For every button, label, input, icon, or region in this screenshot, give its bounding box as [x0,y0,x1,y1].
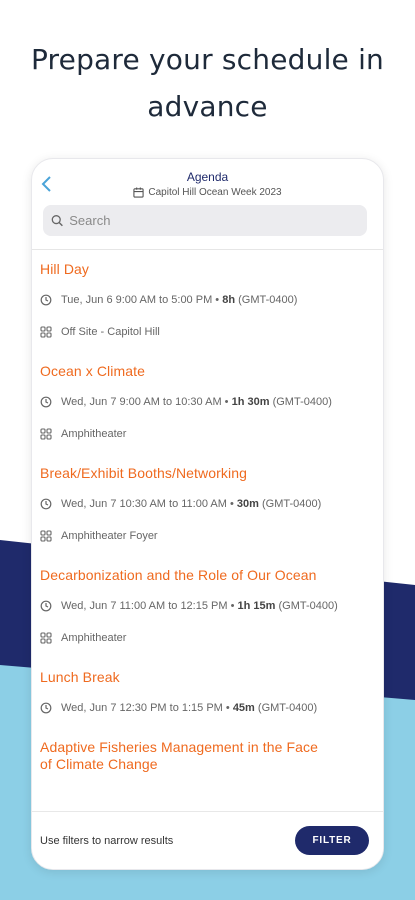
session-title: Decarbonization and the Role of Our Ocea… [40,567,317,583]
location-grid-icon [40,530,52,542]
session-duration: 1h 15m [237,600,276,612]
clock-icon [40,702,52,714]
filter-footer: Use filters to narrow results FILTER [32,811,383,869]
clock-icon [40,600,52,612]
session-title: Lunch Break [40,669,120,685]
clock-icon [40,396,52,408]
session-timezone: (GMT-0400) [278,600,338,612]
session-timezone: (GMT-0400) [238,294,298,306]
session-time: Wed, Jun 7 9:00 AM to 10:30 AM [61,396,222,408]
app-header: Agenda Capitol Hill Ocean Week 2023 [32,159,383,250]
session-location: Amphitheater [61,632,127,644]
filter-button[interactable]: FILTER [295,826,369,855]
session-time: Wed, Jun 7 11:00 AM to 12:15 PM [61,600,228,612]
session-location: Amphitheater Foyer [61,530,158,542]
session-time-row: Wed, Jun 7 11:00 AM to 12:15 PM • 1h 15m… [40,595,375,617]
search-bar[interactable] [43,205,367,236]
session-item[interactable]: Hill Day Tue, Jun 6 9:00 AM to 5:00 PM •… [32,251,383,343]
location-grid-icon [40,428,52,440]
session-time-row: Wed, Jun 7 10:30 AM to 11:00 AM • 30m (G… [40,493,375,515]
session-timezone: (GMT-0400) [257,702,318,714]
session-item[interactable]: Break/Exhibit Booths/Networking Wed, Jun… [32,455,383,547]
session-time: Wed, Jun 7 12:30 PM to 1:15 PM [61,702,223,714]
session-location-row: Off Site - Capitol Hill [40,321,375,343]
search-input[interactable] [69,213,367,228]
session-location-row: Amphitheater [40,627,375,649]
calendar-icon [133,187,145,198]
promo-headline: Prepare your schedule in advance [30,43,385,123]
session-duration: 8h [222,294,236,306]
session-item[interactable]: Decarbonization and the Role of Our Ocea… [32,557,383,649]
filter-hint: Use filters to narrow results [40,834,174,847]
session-title: Break/Exhibit Booths/Networking [40,465,247,481]
event-subtitle: Capitol Hill Ocean Week 2023 [32,187,383,198]
session-location-row: Amphitheater Foyer [40,525,375,547]
session-location: Off Site - Capitol Hill [61,326,160,338]
session-time-row: Wed, Jun 7 9:00 AM to 10:30 AM • 1h 30m … [40,391,375,413]
event-name: Capitol Hill Ocean Week 2023 [148,187,282,198]
location-grid-icon [40,326,52,338]
session-location: Amphitheater [61,428,127,440]
session-title: Ocean x Climate [40,363,145,379]
search-icon [51,215,63,227]
page-title: Agenda [186,170,229,184]
session-duration: 30m [236,498,259,510]
session-title: Hill Day [40,261,90,277]
session-item[interactable]: Lunch Break Wed, Jun 7 12:30 PM to 1:15 … [32,659,383,719]
session-time-row: Wed, Jun 7 12:30 PM to 1:15 PM • 45m (GM… [40,697,375,719]
session-item[interactable]: Adaptive Fisheries Management in the Fac… [32,729,383,773]
session-time: Wed, Jun 7 10:30 AM to 11:00 AM [61,498,227,510]
clock-icon [40,498,52,510]
session-timezone: (GMT-0400) [261,498,322,510]
session-duration: 1h 30m [231,396,270,408]
session-item[interactable]: Ocean x Climate Wed, Jun 7 9:00 AM to 10… [32,353,383,445]
session-time: Tue, Jun 6 9:00 AM to 5:00 PM [61,294,213,306]
phone-screen: Agenda Capitol Hill Ocean Week 2023 Hill… [31,158,384,870]
session-title: Adaptive Fisheries Management in the Fac… [40,739,319,772]
session-time-row: Tue, Jun 6 9:00 AM to 5:00 PM • 8h (GMT-… [40,289,375,311]
session-list[interactable]: Hill Day Tue, Jun 6 9:00 AM to 5:00 PM •… [32,251,383,811]
session-timezone: (GMT-0400) [272,396,332,408]
session-location-row: Amphitheater [40,423,375,445]
clock-icon [40,294,52,306]
location-grid-icon [40,632,52,644]
session-duration: 45m [232,702,255,714]
